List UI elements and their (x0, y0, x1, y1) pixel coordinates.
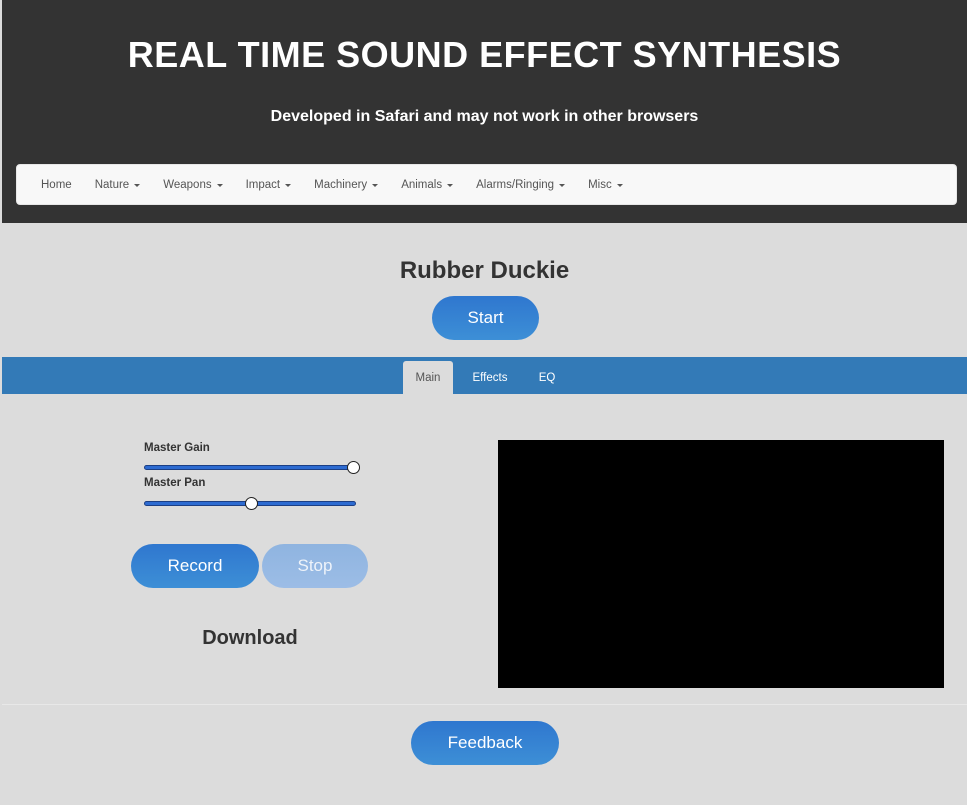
nav-nature-label: Nature (94, 178, 130, 191)
divider (2, 704, 967, 705)
nav-alarms-ringing-dropdown[interactable]: Alarms/Ringing (476, 178, 566, 191)
stop-button[interactable]: Stop (262, 544, 368, 588)
effect-title: Rubber Duckie (399, 257, 570, 284)
tab-eq[interactable]: EQ (532, 361, 562, 394)
tab-main[interactable]: Main (403, 361, 453, 394)
record-button[interactable]: Record (131, 544, 259, 588)
nav-weapons-label: Weapons (163, 178, 212, 191)
nav-misc-label: Misc (588, 178, 612, 191)
nav-impact-dropdown[interactable]: Impact (246, 179, 292, 191)
caret-down-icon (447, 183, 454, 187)
download-link[interactable]: Download (150, 627, 350, 650)
site-title: REAL TIME SOUND EFFECT SYNTHESIS (127, 34, 842, 75)
visualizer-canvas (498, 440, 944, 688)
master-gain-label: Master Gain (144, 442, 210, 454)
navbar: Home Nature Weapons Impact Machinery Ani… (16, 164, 957, 205)
start-button[interactable]: Start (432, 296, 539, 340)
master-pan-slider[interactable] (144, 497, 356, 510)
nav-home-label: Home (41, 178, 72, 191)
caret-down-icon (372, 183, 379, 187)
nav-impact-label: Impact (245, 178, 281, 191)
master-pan-slider-thumb[interactable] (245, 497, 258, 510)
nav-machinery-dropdown[interactable]: Machinery (314, 178, 379, 191)
feedback-button[interactable]: Feedback (411, 721, 559, 765)
master-gain-slider[interactable] (144, 461, 360, 474)
caret-down-icon (216, 183, 223, 187)
nav-alarms-ringing-label: Alarms/Ringing (476, 178, 555, 191)
site-header: REAL TIME SOUND EFFECT SYNTHESIS Develop… (2, 0, 967, 223)
site-subtitle: Developed in Safari and may not work in … (270, 108, 699, 125)
nav-misc-dropdown[interactable]: Misc (588, 179, 623, 191)
caret-down-icon (285, 183, 292, 187)
tab-effects[interactable]: Effects (464, 361, 516, 394)
caret-down-icon (559, 183, 566, 187)
nav-weapons-dropdown[interactable]: Weapons (163, 178, 223, 191)
master-pan-label: Master Pan (144, 477, 206, 489)
nav-home[interactable]: Home (41, 179, 72, 191)
page: REAL TIME SOUND EFFECT SYNTHESIS Develop… (0, 0, 967, 805)
nav-nature-dropdown[interactable]: Nature (95, 179, 141, 191)
master-gain-slider-thumb[interactable] (347, 461, 360, 474)
nav-animals-dropdown[interactable]: Animals (401, 178, 454, 191)
nav-machinery-label: Machinery (314, 178, 368, 191)
tab-bar: Main Effects EQ (2, 357, 967, 394)
caret-down-icon (134, 183, 141, 187)
caret-down-icon (616, 183, 623, 187)
nav-animals-label: Animals (401, 178, 443, 191)
